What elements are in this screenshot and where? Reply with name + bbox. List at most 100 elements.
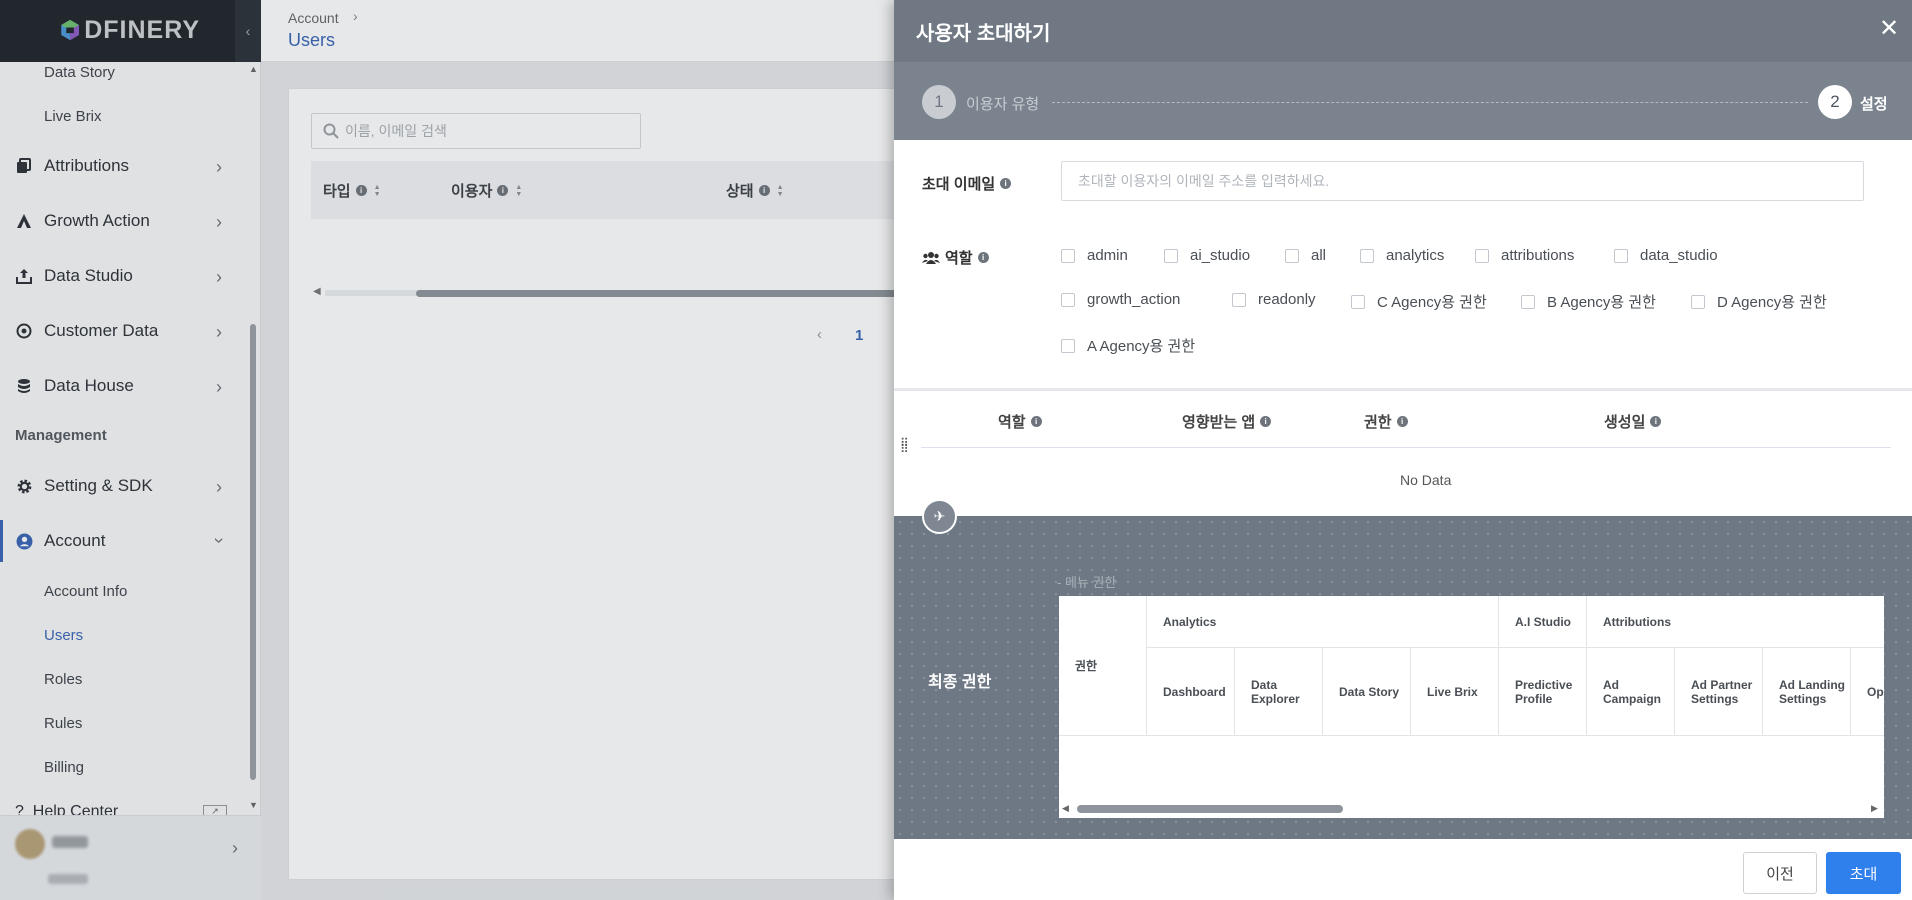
logo-bar: DFINERY ‹ [0, 0, 261, 62]
column-header-type[interactable]: 타입 i ▲ ▼ [323, 180, 381, 201]
selected-roles-table: 역할 i 영향받는 앱 i 권한 i 생성일 i No Data [914, 391, 1912, 516]
column-label: 생성일 [1604, 414, 1646, 431]
sidebar-item-account-info[interactable]: Account Info [44, 583, 127, 600]
role-checkbox-admin[interactable]: admin [1061, 247, 1128, 264]
sidebar-item-setting-sdk[interactable]: Setting & SDK › [0, 475, 240, 497]
group-attributions: Attributions [1587, 596, 1884, 648]
scroll-thumb[interactable] [250, 324, 256, 780]
role-checkbox-b-agency[interactable]: B Agency용 권한 [1521, 291, 1656, 312]
col-data-explorer: Data Explorer [1235, 648, 1323, 736]
sidebar-item-billing[interactable]: Billing [44, 759, 84, 776]
column-header-user[interactable]: 이용자 i ▲ ▼ [451, 180, 522, 201]
checkbox[interactable] [1360, 248, 1374, 263]
checkbox[interactable] [1061, 338, 1075, 353]
role-checkbox-ai-studio[interactable]: ai_studio [1164, 247, 1250, 264]
breadcrumb-separator-icon: › [353, 8, 358, 24]
breadcrumb-parent[interactable]: Account [288, 10, 339, 26]
sidebar-item-label: Customer Data [44, 321, 159, 340]
group-ai-studio: A.I Studio [1499, 596, 1587, 648]
info-icon: i [1000, 178, 1012, 189]
checkbox-label: A Agency용 권한 [1087, 338, 1196, 355]
checkbox-label: analytics [1386, 247, 1445, 264]
role-checkbox-all[interactable]: all [1285, 247, 1326, 264]
email-field[interactable]: 초대할 이용자의 이메일 주소를 입력하세요. [1061, 161, 1864, 201]
scroll-right-icon[interactable]: ▶ [1871, 803, 1878, 814]
sidebar-item-help-center[interactable]: ? Help Center [15, 803, 118, 815]
checkbox[interactable] [1285, 248, 1299, 263]
sidebar-item-roles[interactable]: Roles [44, 671, 82, 688]
group-analytics: Analytics [1147, 596, 1499, 648]
sidebar-item-data-house[interactable]: Data House › [0, 375, 240, 397]
checkbox[interactable] [1061, 292, 1075, 307]
sidebar-item-data-story[interactable]: Data Story [44, 64, 115, 81]
sidebar-item-label: Account [44, 531, 106, 550]
checkbox[interactable] [1061, 248, 1075, 263]
scroll-left-icon[interactable]: ◀ [313, 286, 321, 297]
matrix-horizontal-scrollbar[interactable]: ◀ ▶ [1059, 800, 1884, 818]
sidebar-scrollbar[interactable]: ▲ ▼ [248, 62, 258, 812]
sidebar-item-label: Attributions [44, 156, 130, 175]
info-icon: i [977, 252, 989, 263]
chevron-right-icon: › [216, 322, 222, 342]
chevron-down-icon: › [209, 537, 230, 544]
sort-icon[interactable]: ▲ ▼ [374, 184, 381, 198]
role-checkbox-data-studio[interactable]: data_studio [1614, 247, 1718, 264]
invite-button[interactable]: 초대 [1826, 852, 1901, 894]
column-label: 영향받는 앱 [1182, 414, 1256, 431]
checkbox[interactable] [1691, 294, 1705, 309]
sidebar-item-growth-action[interactable]: Growth Action › [0, 210, 240, 232]
role-checkbox-analytics[interactable]: analytics [1360, 247, 1444, 264]
avatar [15, 829, 45, 859]
close-icon[interactable]: ✕ [1879, 14, 1899, 44]
sidebar-item-rules[interactable]: Rules [44, 715, 82, 732]
checkbox[interactable] [1164, 248, 1178, 263]
sidebar-item-label: Setting & SDK [44, 476, 153, 495]
sidebar-item-users[interactable]: Users [44, 627, 83, 644]
role-checkbox-c-agency[interactable]: C Agency용 권한 [1351, 291, 1487, 312]
drag-handle-icon[interactable]: ⠿ ⠿ [900, 437, 910, 462]
sort-icon[interactable]: ▲ ▼ [515, 184, 522, 198]
sidebar-item-label: Help Center [32, 803, 119, 815]
collapse-sidebar-button[interactable]: ‹ [235, 0, 261, 62]
checkbox[interactable] [1475, 248, 1489, 263]
sidebar-item-live-brix[interactable]: Live Brix [44, 108, 102, 125]
scroll-down-icon[interactable]: ▼ [249, 800, 258, 810]
scroll-thumb[interactable] [1077, 805, 1343, 813]
role-checkbox-a-agency[interactable]: A Agency용 권한 [1061, 335, 1195, 356]
checkbox[interactable] [1521, 294, 1535, 309]
search-input[interactable]: 이름, 이메일 검색 [311, 113, 641, 149]
checkbox[interactable] [1351, 294, 1365, 309]
sidebar-item-attributions[interactable]: Attributions › [0, 155, 240, 177]
logo-text: DFINERY [84, 15, 200, 44]
help-icon: ? [15, 803, 33, 815]
checkbox[interactable] [1614, 248, 1628, 263]
scroll-left-icon[interactable]: ◀ [1062, 803, 1069, 814]
info-icon: i [355, 185, 367, 196]
sidebar-item-customer-data[interactable]: Customer Data › [0, 320, 240, 342]
column-header-status[interactable]: 상태 i ▲ ▼ [726, 180, 784, 201]
col-ad-landing-settings: Ad Landing Settings [1763, 648, 1851, 736]
step-1-circle[interactable]: 1 [922, 85, 956, 119]
pin-icon[interactable]: ✈ [922, 499, 957, 534]
search-icon [323, 123, 339, 139]
pagination-page-1[interactable]: 1 [855, 327, 863, 344]
role-checkbox-d-agency[interactable]: D Agency용 권한 [1691, 291, 1827, 312]
sidebar-item-data-studio[interactable]: Data Studio › [0, 265, 240, 287]
checkbox[interactable] [1232, 292, 1246, 307]
scroll-up-icon[interactable]: ▲ [249, 64, 258, 74]
step-1-label[interactable]: 이용자 유형 [966, 93, 1039, 114]
pagination-prev-button[interactable]: ‹ [817, 326, 822, 343]
role-checkbox-growth-action[interactable]: growth_action [1061, 291, 1180, 308]
sidebar-item-label: Data Studio [44, 266, 133, 285]
menu-permissions-label: - 메뉴 권한 [1057, 575, 1117, 590]
prev-button[interactable]: 이전 [1743, 852, 1817, 894]
role-checkbox-readonly[interactable]: readonly [1232, 291, 1316, 308]
user-profile-bar[interactable]: › [0, 815, 261, 900]
sort-icon[interactable]: ▲ ▼ [777, 184, 784, 198]
table-header-divider [921, 447, 1891, 448]
chevron-right-icon: › [216, 267, 222, 287]
role-checkbox-attributions[interactable]: attributions [1475, 247, 1574, 264]
logo[interactable]: DFINERY [60, 13, 200, 47]
gear-icon [15, 477, 33, 495]
sidebar-item-account[interactable]: Account › [0, 530, 240, 552]
